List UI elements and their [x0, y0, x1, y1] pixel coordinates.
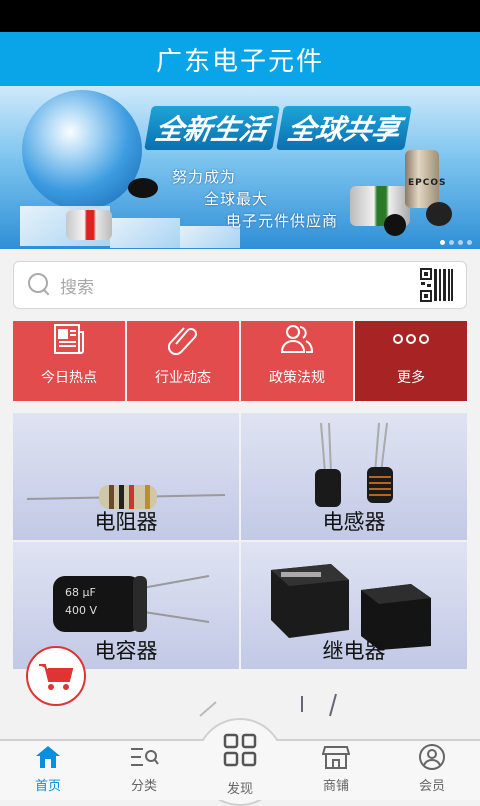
banner-carousel[interactable]: 全新生活 全球共享 努力成为 全球最大 电子元件供应商 EPCOS [0, 86, 480, 249]
tab-member[interactable]: 会员 [384, 741, 480, 800]
carousel-dot [458, 240, 463, 245]
tab-shop[interactable]: 商铺 [288, 741, 384, 800]
category-label: 今日热点 [41, 370, 97, 386]
qr-code-icon[interactable] [420, 268, 454, 302]
home-icon [34, 743, 62, 771]
cart-button[interactable] [26, 646, 86, 706]
cart-icon [39, 664, 74, 690]
category-more[interactable]: 更多 [355, 321, 467, 401]
tab-label: 商铺 [322, 779, 349, 794]
category-label: 行业动态 [155, 370, 211, 386]
component-graphic [66, 210, 112, 240]
user-icon [418, 743, 446, 771]
capacitor-print: 68 μF [65, 586, 96, 599]
tab-label: 会员 [418, 779, 445, 794]
category-today-hot[interactable]: 今日热点 [13, 321, 125, 401]
globe-graphic [22, 90, 142, 210]
search-input[interactable]: 搜索 [60, 273, 420, 298]
cube-graphic [110, 218, 180, 248]
status-bar [0, 0, 480, 32]
decorative-lines [199, 693, 337, 717]
banner-slogan-part: 全球共享 [276, 106, 412, 150]
carousel-dot [467, 240, 472, 245]
carousel-indicator [440, 240, 472, 245]
banner-text: 电子元件供应商 [226, 212, 339, 230]
paperclip-icon [166, 321, 200, 357]
category-label: 政策法规 [269, 370, 325, 386]
search-icon [28, 273, 52, 297]
carousel-dot [449, 240, 454, 245]
component-graphic [426, 202, 452, 226]
product-tile-resistor[interactable]: 电阻器 [13, 413, 239, 540]
banner-slogan: 全新生活 全球共享 [144, 106, 416, 150]
page-title: 广东电子元件 [155, 46, 324, 77]
component-graphic [128, 178, 158, 198]
search-bar[interactable]: 搜索 [13, 261, 467, 309]
people-icon [279, 321, 315, 357]
grid-icon [222, 732, 258, 772]
category-menu: 今日热点 行业动态 政策法规 更多 [13, 321, 467, 401]
tab-home[interactable]: 首页 [0, 741, 96, 800]
tab-discover[interactable]: 发现 [196, 722, 284, 800]
product-tile-relay[interactable]: 继电器 [241, 542, 467, 669]
product-name: 继电器 [322, 639, 386, 663]
product-name: 电感器 [322, 510, 386, 534]
tab-label: 首页 [34, 779, 61, 794]
product-tile-inductor[interactable]: 电感器 [241, 413, 467, 540]
newspaper-icon [52, 321, 86, 357]
capacitor-print: 400 V [65, 604, 98, 617]
brand-label: EPCOS [408, 178, 447, 188]
title-bar: 广东电子元件 [0, 32, 480, 86]
category-policy[interactable]: 政策法规 [241, 321, 353, 401]
category-label: 更多 [397, 370, 425, 386]
shop-icon [322, 743, 350, 771]
carousel-dot [440, 240, 445, 245]
component-graphic [384, 214, 406, 236]
tab-category[interactable]: 分类 [96, 741, 192, 800]
tab-label: 发现 [226, 782, 253, 797]
category-search-icon [129, 743, 159, 771]
banner-text: 全球最大 [204, 190, 269, 208]
product-grid: 电阻器 电感器 68 μF 400 V 电容器 继电器 [13, 413, 467, 669]
banner-slogan-part: 全新生活 [144, 106, 280, 150]
product-name: 电阻器 [94, 510, 158, 534]
tab-label: 分类 [130, 779, 157, 794]
more-dots-icon [391, 321, 431, 357]
category-industry-news[interactable]: 行业动态 [127, 321, 239, 401]
banner-text: 努力成为 [172, 168, 237, 186]
